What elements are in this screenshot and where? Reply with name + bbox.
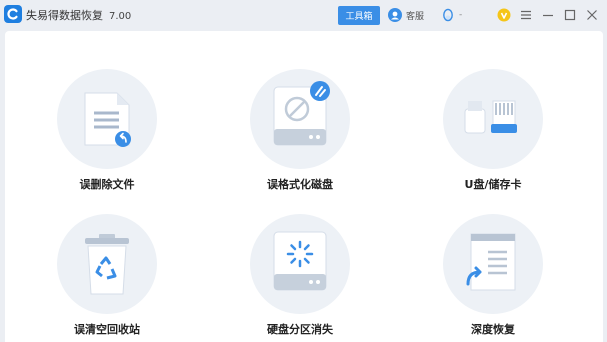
mode-label: 深度恢复 bbox=[471, 323, 515, 336]
mode-card-deep-recovery[interactable]: 深度恢复 bbox=[423, 214, 563, 337]
app-version: 7.00 bbox=[109, 11, 132, 22]
qq-button[interactable]: - bbox=[442, 7, 462, 23]
mode-label: 误删除文件 bbox=[79, 178, 135, 191]
mode-icon-circle bbox=[57, 214, 157, 314]
window-controls bbox=[497, 6, 599, 24]
mode-icon-circle bbox=[250, 214, 350, 314]
close-icon[interactable] bbox=[585, 8, 599, 22]
mode-card-usb-card[interactable]: U盘/储存卡 bbox=[423, 69, 563, 192]
lost-partition-icon bbox=[273, 231, 327, 291]
deep-recovery-icon bbox=[466, 233, 516, 291]
qq-label: - bbox=[459, 10, 463, 20]
mode-card-recycle-bin[interactable]: 误清空回收站 bbox=[37, 214, 177, 337]
app-name: 失易得数据恢复 bbox=[26, 9, 103, 22]
mode-card-lost-partition[interactable]: 硬盘分区消失 bbox=[230, 214, 370, 337]
mode-label: 硬盘分区消失 bbox=[267, 323, 333, 336]
usb-card-icon bbox=[464, 100, 517, 134]
formatted-disk-icon bbox=[273, 81, 330, 146]
menu-icon[interactable] bbox=[519, 8, 533, 22]
title-bar: 失易得数据恢复 7.00 工具箱 客服 - bbox=[0, 0, 607, 30]
mode-icon-circle bbox=[250, 69, 350, 169]
mode-icon-circle bbox=[443, 69, 543, 169]
mode-icon-circle bbox=[443, 214, 543, 314]
maximize-icon[interactable] bbox=[563, 8, 577, 22]
mode-icon-circle bbox=[57, 69, 157, 169]
recycle-bin-icon bbox=[85, 234, 129, 295]
vip-badge-icon[interactable] bbox=[497, 8, 511, 22]
deleted-file-icon bbox=[84, 92, 131, 147]
qq-penguin-icon bbox=[443, 8, 453, 22]
support-label: 客服 bbox=[406, 11, 425, 22]
mode-card-deleted-files[interactable]: 误删除文件 bbox=[37, 69, 177, 192]
minimize-icon[interactable] bbox=[541, 8, 555, 22]
recovery-mode-panel: 误删除文件 误格式化磁盘 U盘/储存卡 误清空回收站 硬盘分区消失 深度恢复 bbox=[5, 31, 603, 342]
mode-label: 误清空回收站 bbox=[74, 323, 140, 336]
toolbox-button[interactable]: 工具箱 bbox=[338, 6, 380, 25]
app-logo-icon bbox=[4, 5, 22, 23]
headset-icon bbox=[388, 8, 402, 22]
mode-label: U盘/储存卡 bbox=[464, 178, 522, 191]
support-button[interactable]: 客服 bbox=[388, 7, 424, 23]
app-title: 失易得数据恢复 7.00 bbox=[26, 7, 131, 23]
mode-card-formatted-disk[interactable]: 误格式化磁盘 bbox=[230, 69, 370, 192]
mode-label: 误格式化磁盘 bbox=[267, 178, 333, 191]
